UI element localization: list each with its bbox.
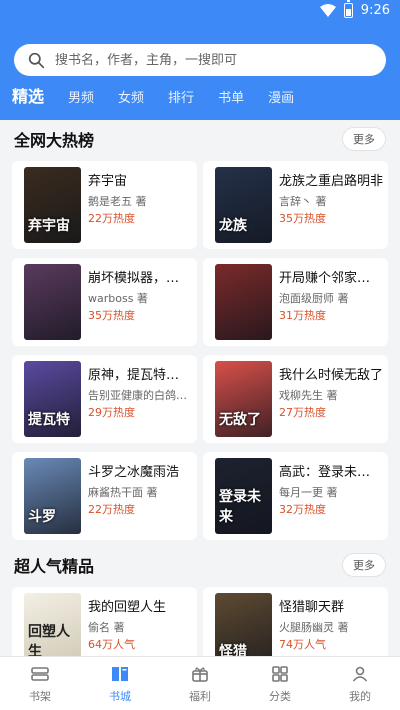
nav-bookstore[interactable]: 书城 [80, 657, 160, 710]
book-card[interactable]: 弃宇宙 弃宇宙 鹅是老五 著 22万热度 [12, 161, 197, 249]
book-card[interactable]: 开局赚个邻家小姐... 泡面级厨师 著 31万热度 [203, 258, 388, 346]
book-heat: 22万热度 [88, 503, 135, 516]
nav-rewards[interactable]: 福利 [160, 657, 240, 710]
wifi-icon [319, 4, 336, 17]
bookstore-icon [112, 667, 128, 681]
book-author: 告别亚健康的白鸽酱 著 [88, 389, 192, 402]
book-title: 我什么时候无敌了 [279, 368, 383, 383]
book-cover: 龙族 [215, 167, 272, 243]
tab-comics[interactable]: 漫画 [268, 88, 294, 110]
book-cover: 登录未来 [215, 458, 272, 534]
book-title: 开局赚个邻家小姐... [279, 271, 383, 286]
book-cover: 弃宇宙 [24, 167, 81, 243]
book-title: 弃宇宙 [88, 174, 128, 189]
nav-profile[interactable]: 我的 [320, 657, 400, 710]
book-heat: 35万热度 [279, 212, 326, 225]
book-heat: 31万热度 [279, 309, 326, 322]
book-cover: 无敌了 [215, 361, 272, 437]
book-title: 原神，提瓦特全慌... [88, 368, 192, 383]
nav-label: 书架 [29, 690, 51, 703]
tab-featured[interactable]: 精选 [12, 84, 44, 110]
status-bar: 9:26 [0, 0, 400, 24]
search-input[interactable] [55, 52, 355, 68]
book-popularity: 64万人气 [88, 638, 135, 651]
status-time: 9:26 [360, 3, 390, 18]
book-title: 龙族之重启路明非 [279, 174, 383, 189]
battery-icon [343, 0, 353, 18]
book-cover [24, 264, 81, 340]
book-card[interactable]: 提瓦特 原神，提瓦特全慌... 告别亚健康的白鸽酱 著 29万热度 [12, 355, 197, 443]
book-title: 怪猎聊天群 [279, 600, 345, 615]
book-card[interactable]: 龙族 龙族之重启路明非 言辞丶 著 35万热度 [203, 161, 388, 249]
book-card[interactable]: 崩坏模拟器，你找... warboss 著 35万热度 [12, 258, 197, 346]
tab-male[interactable]: 男频 [68, 88, 94, 110]
bookshelf-icon [31, 667, 49, 681]
nav-bookshelf[interactable]: 书架 [0, 657, 80, 710]
nav-label: 我的 [349, 690, 371, 703]
tab-female[interactable]: 女频 [118, 88, 144, 110]
tab-booklist[interactable]: 书单 [218, 88, 244, 110]
book-author: 戏柳先生 著 [279, 389, 338, 402]
book-author: 每月一更 著 [279, 486, 338, 499]
section-title: 超人气精品 [14, 557, 95, 576]
tab-ranking[interactable]: 排行 [168, 88, 194, 110]
gift-icon [192, 667, 208, 682]
book-card[interactable]: 登录未来 高武：登录未来一... 每月一更 著 32万热度 [203, 452, 388, 540]
section-header: 全网大热榜 更多 [14, 127, 386, 151]
nav-label: 分类 [269, 690, 291, 703]
nav-category[interactable]: 分类 [240, 657, 320, 710]
book-author: 泡面级厨师 著 [279, 292, 349, 305]
book-title: 我的回塑人生 [88, 600, 167, 615]
book-title: 斗罗之冰魔雨浩 [88, 465, 180, 480]
header: 精选 男频 女频 排行 书单 漫画 [0, 24, 400, 120]
nav-label: 书城 [109, 690, 131, 703]
search-icon [28, 52, 45, 68]
nav-label: 福利 [189, 690, 211, 703]
book-author: 鹅是老五 著 [88, 195, 147, 208]
user-icon [352, 666, 368, 682]
section-title: 全网大热榜 [14, 131, 95, 150]
section-header: 超人气精品 更多 [14, 553, 386, 577]
category-icon [272, 666, 288, 682]
book-author: 偷名 著 [88, 621, 125, 634]
bottom-nav: 书架 书城 福利 分类 我的 [0, 656, 400, 710]
book-author: 火腿肠幽灵 著 [279, 621, 349, 634]
book-card[interactable]: 无敌了 我什么时候无敌了 戏柳先生 著 27万热度 [203, 355, 388, 443]
book-popularity: 74万人气 [279, 638, 326, 651]
book-heat: 27万热度 [279, 406, 326, 419]
book-heat: 32万热度 [279, 503, 326, 516]
more-button[interactable]: 更多 [342, 127, 386, 151]
book-title: 崩坏模拟器，你找... [88, 271, 192, 286]
book-author: warboss 著 [88, 292, 148, 305]
book-cover: 斗罗 [24, 458, 81, 534]
category-tabs: 精选 男频 女频 排行 书单 漫画 [12, 84, 318, 110]
book-cover [215, 264, 272, 340]
book-cover: 提瓦特 [24, 361, 81, 437]
book-heat: 29万热度 [88, 406, 135, 419]
book-title: 高武：登录未来一... [279, 465, 383, 480]
book-author: 言辞丶 著 [279, 195, 327, 208]
book-heat: 35万热度 [88, 309, 135, 322]
book-card[interactable]: 斗罗 斗罗之冰魔雨浩 麻酱热干面 著 22万热度 [12, 452, 197, 540]
book-author: 麻酱热干面 著 [88, 486, 158, 499]
book-heat: 22万热度 [88, 212, 135, 225]
search-bar[interactable] [14, 44, 386, 76]
more-button[interactable]: 更多 [342, 553, 386, 577]
